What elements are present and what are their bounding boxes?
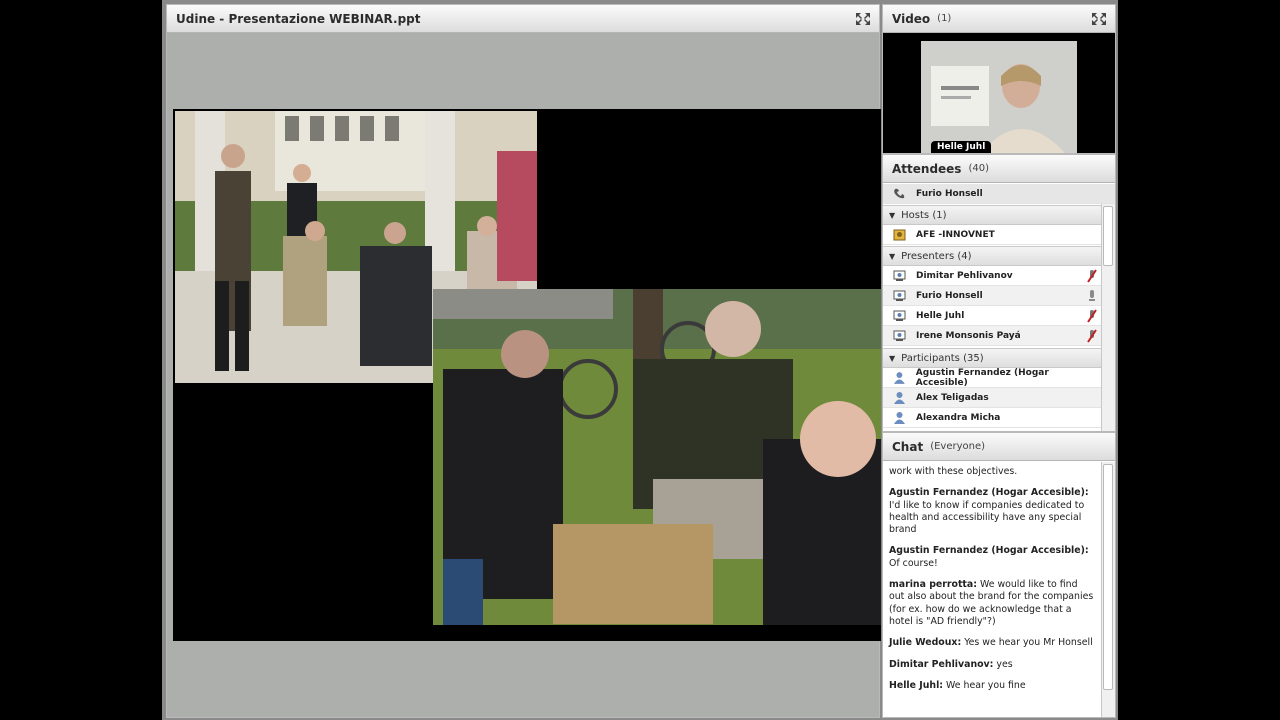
chat-text: Yes we hear you Mr Honsell: [964, 637, 1093, 649]
attendee-row[interactable]: Helle Juhl: [883, 306, 1101, 326]
attendee-name: Irene Monsonis Payá: [916, 330, 1021, 341]
attendees-pod: Attendees (40) Furio Honsell ▼ Hosts (1)…: [882, 154, 1116, 432]
chat-sender: Helle Juhl:: [889, 679, 944, 691]
active-speaker-row: Furio Honsell: [883, 184, 1115, 204]
chat-message: work with these objectives.: [889, 466, 1095, 478]
chat-message: Dimitar Pehlivanov: yes: [889, 659, 1095, 671]
chat-text: yes: [996, 658, 1013, 670]
chat-sender: Julie Wedoux:: [889, 637, 962, 649]
chat-message: Agustin Fernandez (Hogar Accesible): I'd…: [889, 487, 1095, 536]
participants-group-label: Participants (35): [901, 352, 984, 364]
video-pod-header: Video (1): [883, 5, 1115, 33]
attendee-name: Alex Teligadas: [916, 392, 989, 403]
presenters-group-label: Presenters (4): [901, 250, 972, 262]
active-speaker-name: Furio Honsell: [916, 188, 983, 199]
participant-icon: [893, 372, 905, 384]
attendee-row[interactable]: Alexandra Micha: [883, 408, 1101, 428]
chat-sender: Agustin Fernandez (Hogar Accesible):: [889, 545, 1089, 557]
chat-message: Helle Juhl: We hear you fine: [889, 680, 1095, 692]
chat-text: Of course!: [889, 557, 938, 569]
attendees-scroll-thumb[interactable]: [1103, 206, 1113, 266]
attendee-row[interactable]: Irene Monsonis Payá: [883, 326, 1101, 346]
video-pod-title: Video: [892, 11, 931, 26]
chat-pod-title: Chat: [892, 439, 924, 454]
attendee-row[interactable]: Alex Teligadas: [883, 388, 1101, 408]
phone-icon: [894, 188, 905, 199]
attendees-pod-title: Attendees: [892, 161, 962, 176]
attendee-row[interactable]: Furio Honsell: [883, 286, 1101, 306]
fullscreen-icon[interactable]: [1091, 12, 1107, 26]
mic-muted-icon[interactable]: [1087, 328, 1097, 343]
video-stream[interactable]: Helle Juhl: [921, 41, 1077, 153]
chat-scope: (Everyone): [930, 441, 986, 452]
attendee-name: AFE -INNOVNET: [916, 229, 995, 240]
hosts-group-label: Hosts (1): [901, 209, 947, 221]
participant-icon: [894, 412, 905, 424]
chat-sender: marina perrotta:: [889, 579, 977, 591]
mic-muted-icon[interactable]: [1087, 268, 1097, 283]
collapse-triangle-icon[interactable]: ▼: [889, 354, 895, 363]
chat-scroll-thumb[interactable]: [1103, 464, 1113, 690]
chat-scrollbar[interactable]: [1101, 462, 1115, 717]
slide-content: [173, 109, 881, 641]
chat-message: Agustin Fernandez (Hogar Accesible): Of …: [889, 545, 1095, 570]
chat-message: Julie Wedoux: Yes we hear you Mr Honsell: [889, 637, 1095, 649]
attendee-name: Agustin Fernandez (Hogar Accesible): [915, 367, 1049, 388]
attendees-count: (40): [968, 163, 989, 174]
share-pod-title: Udine - Presentazione WEBINAR.ppt: [176, 11, 421, 26]
chat-text: I'd like to know if companies dedicated …: [889, 499, 1085, 536]
share-pod-header: Udine - Presentazione WEBINAR.ppt: [167, 5, 879, 33]
chat-sender: Dimitar Pehlivanov:: [889, 658, 994, 670]
mic-muted-icon[interactable]: [1087, 308, 1097, 323]
presenters-group-header[interactable]: ▼ Presenters (4): [883, 246, 1101, 266]
chat-message: marina perrotta: We would like to find o…: [889, 579, 1095, 628]
chat-pod-header: Chat (Everyone): [883, 433, 1115, 461]
speaker-name-label: Helle Juhl: [931, 141, 992, 153]
attendees-scrollbar[interactable]: [1101, 204, 1115, 431]
host-icon: [893, 229, 906, 241]
attendee-row[interactable]: AFE -INNOVNET: [883, 225, 1101, 245]
chat-pod: Chat (Everyone) work with these objectiv…: [882, 432, 1116, 718]
attendee-name: Dimitar Pehlivanov: [916, 270, 1013, 281]
slide-photo-card-players: [433, 289, 881, 625]
participants-group-header[interactable]: ▼ Participants (35): [883, 348, 1101, 368]
participant-icon: [894, 392, 905, 404]
video-pod: Video (1) Helle Juhl: [882, 4, 1116, 154]
attendee-row[interactable]: Agustin Fernandez (Hogar Accesible): [883, 368, 1101, 388]
attendee-name: Furio Honsell: [916, 290, 983, 301]
fullscreen-icon[interactable]: [855, 12, 871, 26]
share-pod: Udine - Presentazione WEBINAR.ppt: [166, 4, 881, 718]
chat-transcript: work with these objectives. Agustin Fern…: [883, 462, 1101, 717]
collapse-triangle-icon[interactable]: ▼: [889, 211, 895, 220]
presenter-icon: [893, 290, 906, 301]
mic-icon[interactable]: [1087, 289, 1097, 303]
presenter-icon: [893, 310, 906, 321]
attendees-pod-header: Attendees (40): [883, 155, 1115, 183]
video-count: (1): [937, 13, 952, 24]
chat-text: We hear you fine: [946, 679, 1026, 691]
attendee-name: Alexandra Micha: [916, 412, 1001, 423]
attendee-row[interactable]: Dimitar Pehlivanov: [883, 266, 1101, 286]
hosts-group-header[interactable]: ▼ Hosts (1): [883, 205, 1101, 225]
presenter-icon: [893, 330, 906, 341]
chat-sender: Agustin Fernandez (Hogar Accesible):: [889, 487, 1089, 499]
presenter-icon: [893, 270, 906, 281]
attendee-name: Helle Juhl: [916, 310, 965, 321]
chat-text: work with these objectives.: [889, 466, 1018, 477]
collapse-triangle-icon[interactable]: ▼: [889, 252, 895, 261]
